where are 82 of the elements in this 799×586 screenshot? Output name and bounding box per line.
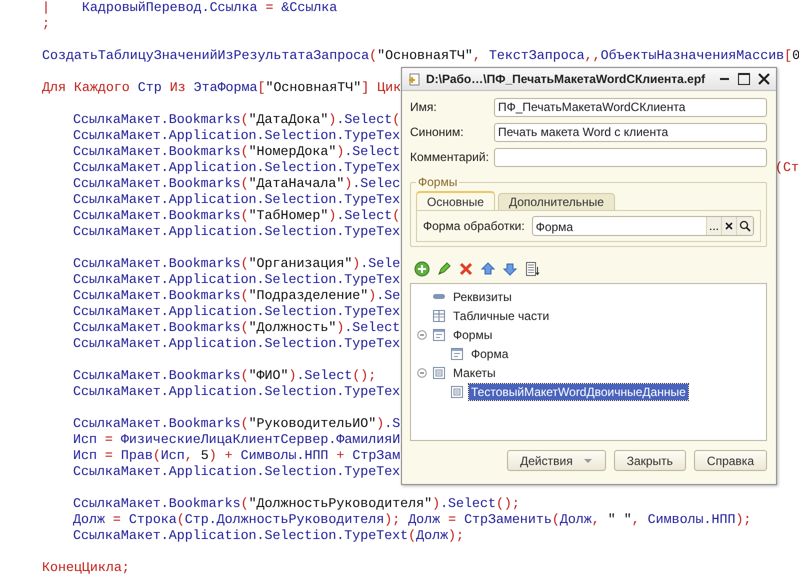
tab[interactable]: Дополнительные — [498, 193, 615, 210]
form-icon — [431, 326, 447, 342]
code-fragment: (Ст — [775, 160, 799, 176]
code-line: СоздатьТаблицуЗначенийИзРезультатаЗапроса("ОсновнаяТЧ", ТекстЗапроса,,ОбъектыНазначенияМассив[0 — [42, 48, 799, 64]
template-icon — [449, 384, 465, 400]
arrow-up-icon — [480, 261, 496, 277]
group-title: Формы — [417, 175, 458, 189]
code-line: Долж = Строка(Стр.ДолжностьРуководителя); Долж = СтрЗаменить(Долж, " ", Символы.НПП); — [73, 512, 752, 528]
document-icon — [406, 71, 422, 87]
code-line: ; — [42, 16, 50, 32]
tree-item[interactable]: Формы — [451, 326, 494, 342]
collapse-icon[interactable] — [417, 368, 427, 378]
code-line: СсылкаМакет.Application.Selection.TypeTex — [73, 336, 400, 352]
code-line: СсылкаМакет.Bookmarks("Должность").Select — [73, 320, 400, 336]
sort-button[interactable] — [524, 261, 540, 277]
text-field[interactable]: ПФ_ПечатьМакетаWordСКлиента — [494, 98, 767, 116]
plus-icon — [414, 261, 430, 277]
arrow-down-icon — [502, 261, 518, 277]
code-line: СсылкаМакет.Bookmarks("Организация").Sele — [73, 256, 400, 272]
attribute-icon — [433, 294, 445, 299]
close-button[interactable] — [756, 71, 772, 87]
code-line: Для Каждого Стр Из ЭтаФорма["ОсновнаяТЧ"] Цик — [42, 80, 402, 96]
code-line: СсылкаМакет.Bookmarks("ДатаНачала").Selec — [73, 176, 400, 192]
template-icon — [431, 364, 447, 380]
form-icon — [449, 346, 465, 362]
search-icon — [739, 220, 751, 232]
caret-icon — [582, 456, 593, 464]
code-line: СсылкаМакет.Application.Selection.TypeTex — [73, 192, 400, 208]
tree-item[interactable]: Реквизиты — [451, 288, 514, 304]
code-line: СсылкаМакет.Application.Selection.TypeTex — [73, 272, 400, 288]
code-line: СсылкаМакет.Application.Selection.TypeTex — [73, 464, 400, 480]
code-line: СсылкаМакет.Bookmarks("ДатаДока").Select( — [73, 112, 400, 128]
code-line: СсылкаМакет.Bookmarks("РуководительИО").S — [73, 416, 400, 432]
code-line: СсылкаМакет.Bookmarks("ФИО").Select(); — [73, 368, 376, 384]
move-up-button[interactable] — [480, 261, 496, 277]
code-line: | КадровыйПеревод.Ссылка = &Ссылка — [42, 0, 338, 16]
code-line: СсылкаМакет.Application.Selection.TypeTex — [73, 160, 400, 176]
code-line: СсылкаМакет.Bookmarks("Подразделение").Se — [73, 288, 400, 304]
field-label: Комментарий: — [410, 150, 490, 164]
table-icon — [431, 308, 447, 324]
add-button[interactable] — [414, 261, 430, 277]
collapse-icon[interactable] — [417, 330, 427, 340]
field-label: Имя: — [410, 100, 438, 114]
clear-button[interactable] — [721, 217, 736, 235]
code-line: КонецЦикла; — [42, 560, 130, 576]
tree-item[interactable]: Форма — [469, 346, 510, 362]
tree-item[interactable]: Табличные части — [451, 308, 552, 324]
dialog-button[interactable]: Справка — [694, 450, 767, 471]
choose-button[interactable]: ... — [706, 217, 721, 235]
code-line: СсылкаМакет.Bookmarks("НомерДока").Select — [73, 144, 400, 160]
move-down-button[interactable] — [502, 261, 518, 277]
choice-field[interactable]: Форма ... — [532, 216, 754, 236]
close-icon — [724, 221, 734, 231]
code-line: СсылкаМакет.Application.Selection.TypeTex — [73, 128, 400, 144]
maximize-icon — [738, 73, 750, 85]
tree-item[interactable]: Макеты — [451, 364, 498, 380]
minimize-icon — [720, 78, 728, 80]
code-line: СсылкаМакет.Application.Selection.TypeTex — [73, 224, 400, 240]
code-line: СсылкаМакет.Bookmarks("ДолжностьРуководителя").Select(); — [73, 496, 520, 512]
close-icon — [758, 73, 770, 85]
code-line: СсылкаМакет.Bookmarks("ТабНомер").Select( — [73, 208, 400, 224]
maximize-button[interactable] — [736, 71, 752, 87]
code-line: СсылкаМакет.Application.Selection.TypeTex — [73, 304, 400, 320]
text-field[interactable]: Печать макета Word с клиента — [494, 122, 767, 142]
code-line: Исп = Прав(Исп, 5) + Символы.НПП + СтрЗам — [73, 448, 400, 464]
delete-button[interactable] — [458, 261, 474, 277]
search-button[interactable] — [736, 217, 753, 235]
code-line: СсылкаМакет.Application.Selection.TypeText(Долж); — [73, 528, 464, 544]
list-icon — [524, 261, 540, 277]
field-label: Синоним: — [410, 125, 465, 139]
text-field[interactable] — [494, 148, 767, 166]
tree-item[interactable]: ТестовыйМакетWordДвоичныеДанные — [469, 384, 688, 400]
cross-icon — [458, 261, 474, 277]
window-title: D:\Рабо…\ПФ_ПечатьМакетаWordСКлиента.epf — [426, 72, 706, 86]
dialog-button[interactable]: Действия — [507, 450, 606, 471]
code-line: СсылкаМакет.Application.Selection.TypeTex — [73, 384, 400, 400]
pencil-icon — [436, 261, 452, 277]
edit-button[interactable] — [436, 261, 452, 277]
code-line: Исп = ФизическиеЛицаКлиентСервер.ФамилияИ — [73, 432, 400, 448]
tab[interactable]: Основные — [416, 191, 495, 210]
dialog-button[interactable]: Закрыть — [614, 450, 686, 471]
field-label: Форма обработки: — [423, 219, 525, 233]
